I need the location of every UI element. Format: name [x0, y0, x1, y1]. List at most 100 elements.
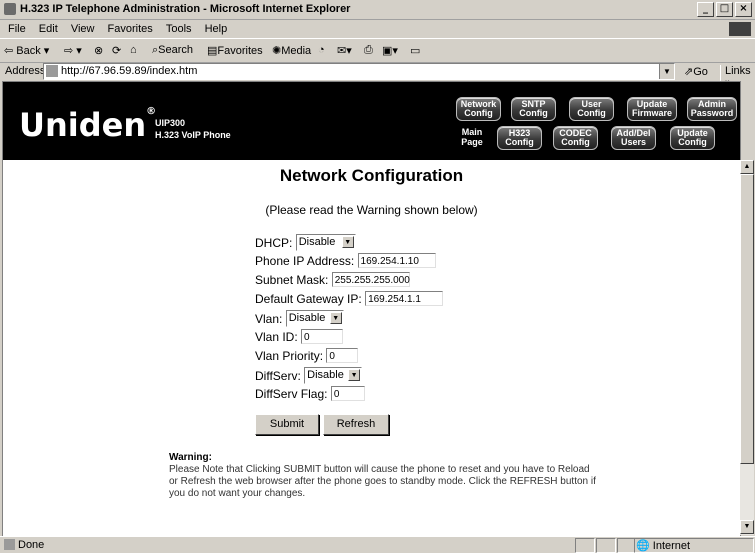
- nav-network-config[interactable]: Network Config: [456, 97, 501, 121]
- close-button[interactable]: ×: [735, 2, 752, 17]
- ip-input[interactable]: 169.254.1.10: [357, 253, 436, 269]
- nav-sntp-config[interactable]: SNTP Config: [511, 97, 556, 121]
- diffserv-flag-row: DiffServ Flag: 0: [255, 386, 365, 404]
- vlan-id-input[interactable]: 0: [301, 329, 344, 345]
- refresh-button[interactable]: Refresh: [323, 414, 389, 435]
- page-subtitle: (Please read the Warning shown below): [265, 203, 478, 217]
- go-button[interactable]: ⇗Go: [684, 65, 708, 78]
- nav-admin-password[interactable]: Admin Password: [687, 97, 737, 121]
- page-done-icon: [4, 539, 15, 550]
- nav-update-firmware[interactable]: Update Firmware: [627, 97, 677, 121]
- gateway-row: Default Gateway IP: 169.254.1.1: [255, 291, 444, 309]
- page-header: Uniden® UIP300 H.323 VoIP Phone Network …: [3, 82, 740, 160]
- vlan-id-label: Vlan ID:: [255, 329, 298, 344]
- mask-row: Subnet Mask: 255.255.255.000: [255, 272, 410, 290]
- gateway-input[interactable]: 169.254.1.1: [365, 291, 444, 307]
- dhcp-label: DHCP:: [255, 235, 293, 250]
- menu-favorites[interactable]: Favorites: [106, 20, 155, 38]
- vlan-row: Vlan: Disable ▼: [255, 310, 344, 328]
- page-content: Uniden® UIP300 H.323 VoIP Phone Network …: [2, 81, 741, 537]
- media-button[interactable]: ✺Media: [272, 44, 311, 57]
- address-input[interactable]: http://67.96.59.89/index.htm ▼: [43, 63, 675, 80]
- address-dropdown-icon[interactable]: ▼: [659, 64, 674, 79]
- menu-help[interactable]: Help: [203, 20, 230, 38]
- nav-main-page[interactable]: Main Page: [458, 127, 486, 147]
- vlan-id-row: Vlan ID: 0: [255, 329, 344, 347]
- window-controls: _ □ ×: [697, 2, 752, 17]
- vlan-priority-label: Vlan Priority:: [255, 348, 324, 363]
- status-cell: [617, 538, 635, 553]
- menu-file[interactable]: File: [6, 20, 28, 38]
- vertical-scrollbar[interactable]: ▲ ▼: [740, 160, 754, 535]
- uniden-logo: Uniden®: [19, 106, 157, 144]
- refresh-icon[interactable]: ⟳: [112, 44, 121, 57]
- back-arrow-icon: ⇦: [4, 45, 14, 57]
- warning-box: Warning: Please Note that Clicking SUBMI…: [169, 452, 599, 500]
- browser-window: H.323 IP Telephone Administration - Micr…: [0, 0, 755, 553]
- submit-button[interactable]: Submit: [255, 414, 319, 435]
- chevron-down-icon: ▼: [348, 369, 361, 381]
- nav-codec-config[interactable]: CODEC Config: [553, 126, 598, 150]
- print-icon[interactable]: ⎙: [364, 44, 373, 57]
- scroll-up-icon[interactable]: ▲: [740, 160, 754, 174]
- internet-zone: 🌐 Internet: [636, 540, 691, 552]
- media-icon: ✺: [272, 45, 282, 57]
- gateway-label: Default Gateway IP:: [255, 291, 362, 306]
- ie-icon: [4, 3, 16, 15]
- vlan-priority-input[interactable]: 0: [326, 348, 359, 364]
- address-bar: Address http://67.96.59.89/index.htm ▼ ⇗…: [0, 63, 755, 89]
- status-cell: [575, 538, 595, 553]
- address-label: Address: [5, 65, 46, 77]
- nav-update-config[interactable]: Update Config: [670, 126, 715, 150]
- nav-h323-config[interactable]: H323 Config: [497, 126, 542, 150]
- diffserv-row: DiffServ: Disable ▼: [255, 367, 363, 385]
- diffserv-select[interactable]: Disable ▼: [304, 367, 363, 384]
- history-icon[interactable]: ◔: [318, 44, 325, 56]
- ip-label: Phone IP Address:: [255, 253, 355, 268]
- diffserv-label: DiffServ:: [255, 368, 301, 383]
- title-bar: H.323 IP Telephone Administration - Micr…: [0, 0, 755, 20]
- search-button[interactable]: ⌕Search: [152, 44, 193, 57]
- model-desc: H.323 VoIP Phone: [155, 130, 231, 140]
- edit-icon[interactable]: ▣▾: [382, 44, 398, 57]
- scroll-down-icon[interactable]: ▼: [740, 520, 754, 534]
- favorites-icon: ▤: [207, 45, 218, 57]
- menu-bar: File Edit View Favorites Tools Help: [0, 20, 755, 39]
- toolbar: ⇦ Back ▾ ⇨ ▾ ⊗ ⟳ ⌂ ⌕Search ▤Favorites ✺M…: [0, 40, 755, 63]
- model-name: UIP300: [155, 118, 186, 128]
- chevron-down-icon: ▼: [341, 236, 354, 248]
- discuss-icon[interactable]: ▭: [410, 44, 420, 57]
- maximize-button[interactable]: □: [716, 2, 733, 17]
- address-url[interactable]: http://67.96.59.89/index.htm: [61, 65, 197, 77]
- window-title: H.323 IP Telephone Administration - Micr…: [20, 3, 351, 15]
- status-text: Done: [18, 539, 45, 551]
- favorites-button[interactable]: ▤Favorites: [207, 44, 263, 57]
- diffserv-flag-label: DiffServ Flag:: [255, 386, 328, 401]
- menu-view[interactable]: View: [69, 20, 97, 38]
- menu-tools[interactable]: Tools: [164, 20, 194, 38]
- forward-button[interactable]: ⇨ ▾: [64, 44, 82, 57]
- menu-edit[interactable]: Edit: [37, 20, 60, 38]
- back-button[interactable]: ⇦ Back ▾: [4, 44, 49, 57]
- dhcp-select[interactable]: Disable ▼: [295, 234, 356, 251]
- vlan-select[interactable]: Disable ▼: [285, 310, 344, 327]
- nav-add-del-users[interactable]: Add/Del Users: [611, 126, 656, 150]
- home-icon[interactable]: ⌂: [130, 44, 137, 56]
- vlan-priority-row: Vlan Priority: 0: [255, 348, 359, 366]
- page-title: Network Configuration: [279, 166, 464, 185]
- scroll-thumb[interactable]: [740, 174, 754, 464]
- mail-icon[interactable]: ✉▾: [337, 44, 352, 57]
- ip-row: Phone IP Address: 169.254.1.10: [255, 253, 436, 271]
- warning-title: Warning:: [169, 452, 212, 463]
- minimize-button[interactable]: _: [697, 2, 714, 17]
- warning-text: Please Note that Clicking SUBMIT button …: [169, 464, 596, 499]
- stop-icon[interactable]: ⊗: [94, 44, 103, 57]
- nav-user-config[interactable]: User Config: [569, 97, 614, 121]
- mask-label: Subnet Mask:: [255, 272, 329, 287]
- diffserv-flag-input[interactable]: 0: [330, 386, 365, 402]
- model-info: UIP300 H.323 VoIP Phone: [155, 117, 231, 141]
- page-icon: [46, 65, 58, 77]
- windows-logo-icon: [729, 22, 751, 36]
- mask-input[interactable]: 255.255.255.000: [331, 272, 410, 288]
- status-cell: [596, 538, 616, 553]
